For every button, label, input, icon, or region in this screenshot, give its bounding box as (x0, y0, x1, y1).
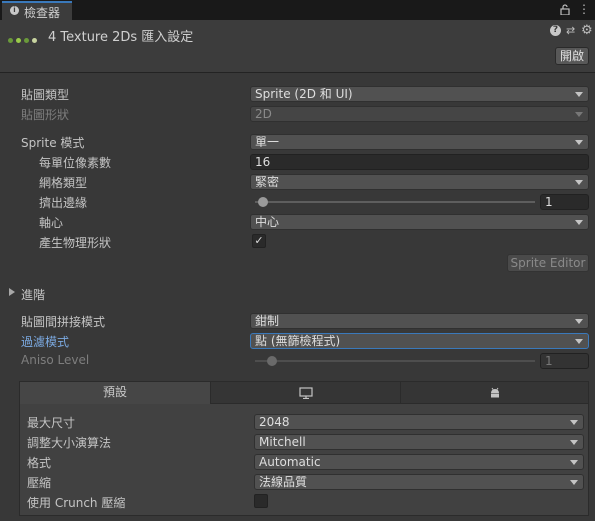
physics-shape-checkbox[interactable]: ✓ (252, 234, 266, 248)
chevron-down-icon (570, 440, 578, 445)
pivot-dropdown[interactable]: 中心 (250, 214, 589, 230)
crunch-compression-label: 使用 Crunch 壓縮 (27, 496, 126, 510)
chevron-down-icon (570, 460, 578, 465)
tab-standalone[interactable] (211, 382, 401, 404)
wrap-mode-dropdown[interactable]: 鉗制 (250, 313, 589, 329)
page-title: 4 Texture 2Ds 匯入設定 (48, 30, 194, 45)
mesh-type-label: 網格類型 (39, 176, 88, 190)
filter-mode-label: 過濾模式 (21, 335, 70, 349)
texture-shape-dropdown: 2D (250, 106, 589, 122)
chevron-down-icon (575, 112, 583, 117)
crunch-compression-checkbox[interactable] (254, 494, 268, 508)
extrude-edges-slider-track[interactable] (255, 201, 535, 203)
lock-icon[interactable] (560, 4, 570, 15)
open-button[interactable]: 開啟 (555, 47, 589, 65)
format-dropdown[interactable]: Automatic (254, 454, 584, 470)
advanced-foldout-label[interactable]: 進階 (21, 286, 45, 303)
chevron-down-icon (575, 319, 583, 324)
resize-algorithm-label: 調整大小演算法 (27, 436, 112, 450)
settings-icon[interactable]: ⚙ (581, 23, 593, 38)
help-icon[interactable]: ? (550, 25, 561, 36)
preset-icon[interactable]: ⇄ (566, 24, 575, 37)
aniso-level-label: Aniso Level (21, 353, 90, 367)
window-tab-bar (0, 0, 595, 20)
texture-thumbnails-icon (8, 37, 42, 45)
extrude-edges-field[interactable]: 1 (540, 194, 589, 210)
mesh-type-value: 緊密 (255, 175, 280, 189)
resize-algorithm-value: Mitchell (259, 435, 306, 449)
inspector-tab-label: 檢查器 (24, 6, 61, 20)
extrude-edges-label: 擠出邊緣 (39, 196, 88, 210)
format-value: Automatic (259, 455, 321, 469)
sprite-editor-button[interactable]: Sprite Editor (507, 254, 589, 272)
compression-value: 法線品質 (259, 475, 308, 489)
chevron-down-icon (575, 220, 583, 225)
filter-mode-value: 點 (無篩檢程式) (255, 334, 341, 348)
max-size-value: 2048 (259, 415, 290, 429)
sprite-mode-dropdown[interactable]: 單一 (250, 134, 589, 150)
texture-type-value: Sprite (2D 和 UI) (255, 87, 353, 101)
info-icon: i (10, 6, 19, 15)
max-size-label: 最大尺寸 (27, 416, 76, 430)
texture-type-dropdown[interactable]: Sprite (2D 和 UI) (250, 86, 589, 102)
wrap-mode-value: 鉗制 (255, 314, 280, 328)
foldout-arrow-icon[interactable] (9, 288, 15, 296)
monitor-icon (298, 387, 313, 400)
pivot-label: 軸心 (39, 216, 64, 230)
tab-default-label: 預設 (102, 385, 127, 399)
more-options-icon[interactable]: ⋮ (578, 2, 590, 16)
compression-label: 壓縮 (27, 476, 52, 490)
tab-android[interactable] (401, 382, 588, 404)
max-size-dropdown[interactable]: 2048 (254, 414, 584, 430)
pivot-value: 中心 (255, 215, 280, 229)
texture-shape-label: 貼圖形狀 (21, 108, 70, 122)
extrude-edges-slider-handle[interactable] (258, 197, 268, 207)
mesh-type-dropdown[interactable]: 緊密 (250, 174, 589, 190)
sprite-mode-label: Sprite 模式 (21, 136, 85, 150)
chevron-down-icon (575, 339, 583, 344)
chevron-down-icon (575, 140, 583, 145)
pixels-per-unit-field[interactable]: 16 (250, 154, 589, 170)
compression-dropdown[interactable]: 法線品質 (254, 474, 584, 490)
android-icon (490, 387, 499, 398)
format-label: 格式 (27, 456, 52, 470)
pixels-per-unit-label: 每單位像素數 (39, 156, 112, 170)
texture-type-label: 貼圖類型 (21, 88, 70, 102)
chevron-down-icon (570, 420, 578, 425)
wrap-mode-label: 貼圖間拼接模式 (21, 315, 106, 329)
physics-shape-label: 產生物理形狀 (39, 236, 112, 250)
header-divider (0, 72, 595, 73)
inspector-tab[interactable]: i 檢查器 (2, 1, 72, 20)
filter-mode-dropdown[interactable]: 點 (無篩檢程式) (250, 333, 589, 349)
chevron-down-icon (575, 92, 583, 97)
sprite-mode-value: 單一 (255, 135, 280, 149)
chevron-down-icon (570, 480, 578, 485)
tab-default[interactable]: 預設 (20, 382, 211, 404)
aniso-level-slider-handle (267, 356, 277, 366)
resize-algorithm-dropdown[interactable]: Mitchell (254, 434, 584, 450)
texture-shape-value: 2D (255, 107, 272, 121)
aniso-level-slider-track (255, 360, 535, 362)
chevron-down-icon (575, 180, 583, 185)
aniso-level-field: 1 (540, 353, 589, 369)
